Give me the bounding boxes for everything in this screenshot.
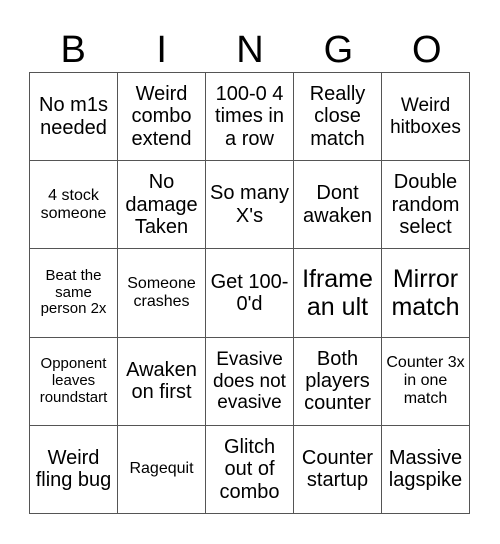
- bingo-cell[interactable]: So many X's: [206, 161, 294, 250]
- bingo-cell[interactable]: Opponent leaves roundstart: [30, 337, 118, 426]
- bingo-cell[interactable]: Ragequit: [118, 425, 206, 514]
- cell-text: Weird combo extend: [131, 83, 192, 150]
- cell-text: Double random select: [391, 171, 460, 238]
- bingo-cell[interactable]: Weird fling bug: [30, 425, 118, 514]
- bingo-cell[interactable]: Iframe an ult: [294, 249, 382, 338]
- cell-text: Mirror match: [391, 264, 460, 321]
- cell-text: Both players counter: [304, 347, 371, 415]
- bingo-cell[interactable]: 4 stock someone: [30, 161, 118, 250]
- cell-text: Glitch out of combo: [219, 435, 280, 503]
- cell-text: Someone crashes: [127, 275, 196, 310]
- header-letter-n: N: [236, 29, 264, 71]
- header-letter-g: G: [323, 29, 354, 71]
- bingo-cell[interactable]: Weird hitboxes: [382, 73, 470, 162]
- cell-text: So many X's: [210, 182, 289, 227]
- cell-text: No m1s needed: [39, 94, 108, 139]
- cell-text: Beat the same person 2x: [40, 266, 107, 318]
- bingo-cell[interactable]: Beat the same person 2x: [30, 249, 118, 338]
- bingo-cell[interactable]: Glitch out of combo: [206, 425, 294, 514]
- header-letter-b: B: [60, 29, 86, 71]
- bingo-header: B I N G O: [29, 28, 471, 72]
- cell-text: No damage Taken: [125, 171, 198, 238]
- bingo-cell[interactable]: Massive lagspike: [382, 425, 470, 514]
- cell-text: Really close match: [309, 83, 366, 150]
- bingo-cell[interactable]: Someone crashes: [118, 249, 206, 338]
- cell-text: Weird fling bug: [35, 447, 112, 492]
- cell-text: Ragequit: [129, 460, 194, 478]
- cell-text: Iframe an ult: [302, 264, 373, 321]
- cell-text: Opponent leaves roundstart: [39, 355, 108, 406]
- cell-text: 100-0 4 times in a row: [215, 83, 284, 150]
- header-letter-o: O: [412, 29, 442, 71]
- bingo-cell[interactable]: Both players counter: [294, 337, 382, 426]
- cell-text: Counter startup: [301, 447, 374, 492]
- bingo-cell[interactable]: 100-0 4 times in a row: [206, 73, 294, 162]
- bingo-cell[interactable]: Weird combo extend: [118, 73, 206, 162]
- cell-text: Counter 3x in one match: [386, 354, 465, 408]
- bingo-cell[interactable]: Dont awaken: [294, 161, 382, 250]
- bingo-cell[interactable]: Awaken on first: [118, 337, 206, 426]
- bingo-cell[interactable]: No damage Taken: [118, 161, 206, 250]
- bingo-cell[interactable]: Counter 3x in one match: [382, 337, 470, 426]
- cell-text: Massive lagspike: [388, 447, 463, 492]
- cell-text: Awaken on first: [126, 358, 197, 404]
- bingo-cell[interactable]: Mirror match: [382, 249, 470, 338]
- bingo-cell[interactable]: Really close match: [294, 73, 382, 162]
- bingo-cell[interactable]: No m1s needed: [30, 73, 118, 162]
- cell-text: Get 100-0'd: [210, 270, 289, 315]
- cell-text: Weird hitboxes: [390, 95, 461, 138]
- cell-text: Evasive does not evasive: [213, 349, 286, 413]
- bingo-grid: No m1s needed Weird combo extend 100-0 4…: [29, 72, 470, 514]
- bingo-cell[interactable]: Counter startup: [294, 425, 382, 514]
- cell-text: Dont awaken: [303, 182, 372, 227]
- bingo-cell[interactable]: Get 100-0'd: [206, 249, 294, 338]
- cell-text: 4 stock someone: [40, 186, 107, 222]
- bingo-cell[interactable]: Double random select: [382, 161, 470, 250]
- bingo-cell[interactable]: Evasive does not evasive: [206, 337, 294, 426]
- header-letter-i: I: [156, 29, 167, 71]
